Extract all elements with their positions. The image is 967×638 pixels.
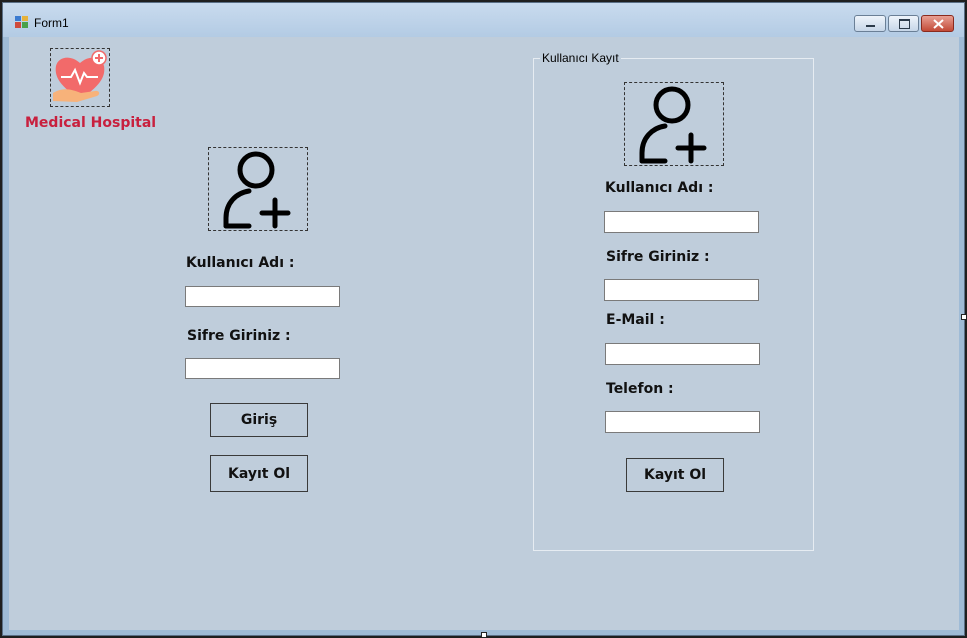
register-phone-label: Telefon : (606, 381, 674, 397)
minimize-button[interactable] (854, 15, 886, 32)
register-username-input[interactable] (604, 211, 759, 233)
register-submit-button[interactable]: Kayıt Ol (626, 458, 724, 492)
login-username-label: Kullanıcı Adı : (186, 255, 295, 271)
minimize-icon (866, 25, 875, 27)
user-add-icon (223, 151, 291, 229)
resize-handle-bottom[interactable] (481, 632, 487, 638)
register-email-label: E-Mail : (606, 312, 665, 328)
close-button[interactable] (921, 15, 954, 32)
maximize-button[interactable] (888, 15, 919, 32)
window-title: Form1 (34, 16, 69, 30)
user-add-icon (639, 86, 707, 164)
login-button[interactable]: Giriş (210, 403, 308, 437)
login-password-label: Sifre Giriniz : (187, 328, 291, 344)
logo-picture-box (50, 48, 110, 107)
heart-care-icon (53, 50, 107, 102)
register-password-input[interactable] (604, 279, 759, 301)
login-avatar-picture-box (208, 147, 308, 231)
login-password-input[interactable] (185, 358, 340, 379)
brand-name: Medical Hospital (25, 115, 157, 131)
login-username-input[interactable] (185, 286, 340, 307)
register-avatar-picture-box (624, 82, 724, 166)
register-phone-input[interactable] (605, 411, 760, 433)
register-group-title: Kullanıcı Kayıt (540, 51, 621, 65)
register-password-label: Sifre Giriniz : (606, 249, 710, 265)
register-username-label: Kullanıcı Adı : (605, 180, 714, 196)
app-icon (15, 16, 28, 28)
register-email-input[interactable] (605, 343, 760, 365)
resize-handle-right[interactable] (961, 314, 967, 320)
restore-icon (899, 19, 910, 29)
title-bar[interactable]: Form1 (3, 3, 964, 37)
main-window: Form1 Medical Hospital Kullanıcı Adı: S… (2, 2, 965, 636)
close-icon (933, 19, 944, 29)
form-client-area: Medical Hospital Kullanıcı Adı : Sifre G… (9, 37, 959, 630)
go-to-register-button[interactable]: Kayıt Ol (210, 455, 308, 492)
